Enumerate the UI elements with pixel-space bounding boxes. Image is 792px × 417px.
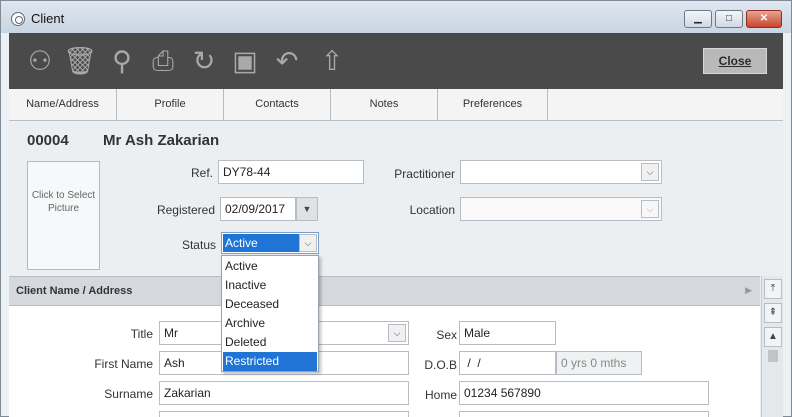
tab-contacts[interactable]: Contacts — [224, 89, 331, 120]
tab-name-address[interactable]: Name/Address — [9, 89, 117, 120]
section-title: Client Name / Address — [16, 285, 133, 297]
chevron-down-icon: ▼ — [302, 204, 312, 214]
registered-label: Registered — [156, 203, 215, 217]
tab-profile[interactable]: Profile — [117, 89, 224, 120]
status-label: Status — [181, 238, 216, 252]
title-dropdown-button[interactable]: ⌵ — [388, 324, 406, 342]
client-window: Client ▁ □ ✕ ⚇ 🗑 ⚲ ⎙ ↻ ▣ ↶ ⇧ Close Name/… — [0, 0, 792, 417]
add-client-icon[interactable]: ⚇ — [23, 43, 57, 79]
save-icon[interactable]: ▣ — [228, 43, 262, 79]
ref-label: Ref. — [190, 166, 213, 180]
scroll-page-up-icon: ⇞ — [768, 307, 778, 318]
work-phone-field[interactable] — [459, 411, 709, 417]
close-icon: ✕ — [759, 13, 769, 24]
scroll-page-up-button[interactable]: ⇞ — [764, 303, 782, 323]
app-icon — [11, 12, 25, 26]
location-select[interactable]: ⌵ — [460, 197, 662, 221]
title-value: Mr — [164, 326, 178, 340]
history-icon[interactable]: ↻ — [187, 43, 221, 79]
minimize-icon: ▁ — [694, 13, 702, 24]
status-option-deceased[interactable]: Deceased — [223, 295, 317, 314]
address-field[interactable] — [159, 411, 409, 417]
client-id: 00004 — [27, 132, 69, 149]
scroll-thumb[interactable] — [768, 350, 778, 362]
status-option-archive[interactable]: Archive — [223, 314, 317, 333]
select-picture-box[interactable]: Click to Select Picture — [27, 161, 100, 270]
status-dropdown-button[interactable]: ⌵ — [299, 234, 317, 252]
dob-label: D.O.B — [424, 358, 457, 372]
surname-label: Surname — [104, 387, 153, 401]
window-close-button[interactable]: ✕ — [746, 10, 782, 28]
dob-field[interactable]: / / — [459, 351, 556, 375]
title-label: Title — [130, 327, 153, 341]
maximize-icon: □ — [725, 13, 733, 24]
practitioner-select[interactable]: ⌵ — [460, 160, 662, 184]
scroll-top-button[interactable]: ⤒ — [764, 279, 782, 299]
ref-field[interactable]: DY78-44 — [218, 160, 364, 184]
section-header[interactable]: Client Name / Address ▶ — [9, 276, 760, 306]
undo-icon[interactable]: ↶ — [270, 43, 304, 79]
registered-date-field[interactable]: 02/09/2017 — [220, 197, 296, 221]
scroll-up-icon: ▲ — [768, 331, 778, 342]
surname-field[interactable]: Zakarian — [159, 381, 409, 405]
search-icon[interactable]: ⚲ — [105, 43, 139, 79]
chevron-down-icon: ⌵ — [646, 167, 654, 177]
chevron-down-icon: ⌵ — [304, 238, 312, 248]
client-panel: 00004 Mr Ash Zakarian Click to Select Pi… — [9, 122, 783, 417]
title-bar: Client ▁ □ ✕ — [1, 1, 791, 33]
scrollbar[interactable]: ⤒ ⇞ ▲ — [761, 276, 783, 417]
status-option-active[interactable]: Active — [223, 257, 317, 276]
print-icon[interactable]: ⎙ — [146, 43, 180, 79]
sex-label: Sex — [436, 328, 457, 342]
practitioner-label: Practitioner — [394, 167, 455, 181]
close-button[interactable]: Close — [703, 48, 767, 74]
window-title: Client — [31, 11, 65, 26]
status-select[interactable]: Active ⌵ — [221, 232, 319, 254]
location-dropdown-button[interactable]: ⌵ — [641, 200, 659, 218]
chevron-right-icon: ▶ — [745, 285, 752, 295]
home-label: Home — [424, 388, 457, 402]
sex-field[interactable]: Male — [459, 321, 556, 345]
status-dropdown-list: Active Inactive Deceased Archive Deleted… — [221, 255, 319, 372]
toolbar: ⚇ 🗑 ⚲ ⎙ ↻ ▣ ↶ ⇧ Close — [9, 33, 783, 89]
status-option-inactive[interactable]: Inactive — [223, 276, 317, 295]
tab-notes[interactable]: Notes — [331, 89, 438, 120]
maximize-button[interactable]: □ — [715, 10, 743, 28]
status-option-deleted[interactable]: Deleted — [223, 333, 317, 352]
status-option-restricted[interactable]: Restricted — [223, 352, 317, 371]
age-display: 0 yrs 0 mths — [556, 351, 642, 375]
status-value: Active — [223, 234, 299, 252]
home-phone-field[interactable]: 01234 567890 — [459, 381, 709, 405]
chevron-down-icon: ⌵ — [646, 204, 654, 214]
location-label: Location — [409, 203, 455, 217]
minimize-button[interactable]: ▁ — [684, 10, 712, 28]
up-arrow-icon[interactable]: ⇧ — [315, 43, 349, 79]
first-name-label: First Name — [94, 357, 153, 371]
date-picker-button[interactable]: ▼ — [296, 197, 318, 221]
scroll-top-icon: ⤒ — [770, 283, 776, 294]
practitioner-dropdown-button[interactable]: ⌵ — [641, 163, 659, 181]
scroll-up-button[interactable]: ▲ — [764, 327, 782, 347]
tab-bar: Name/Address Profile Contacts Notes Pref… — [9, 89, 783, 121]
address-content: Title Mr ⌵ First Name Ash Surname Zakari… — [9, 306, 760, 417]
delete-icon[interactable]: 🗑 — [63, 43, 97, 79]
tab-preferences[interactable]: Preferences — [438, 89, 548, 120]
client-name: Mr Ash Zakarian — [103, 132, 220, 149]
chevron-down-icon: ⌵ — [393, 328, 401, 338]
